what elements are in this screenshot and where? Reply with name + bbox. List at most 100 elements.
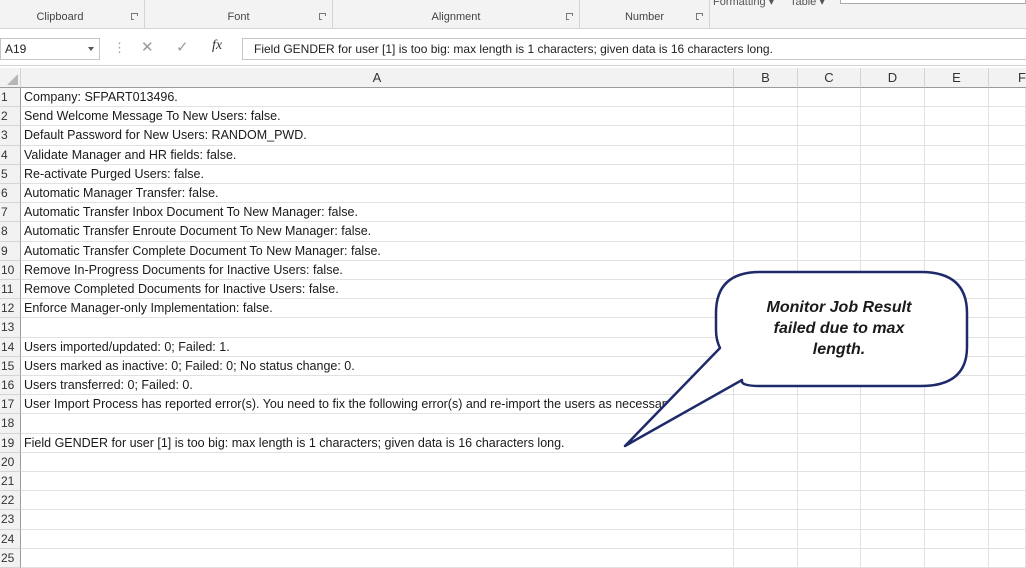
cell[interactable]	[798, 452, 861, 472]
cell[interactable]	[798, 164, 861, 184]
cell[interactable]	[925, 318, 989, 338]
cell[interactable]	[734, 491, 798, 511]
cell[interactable]	[798, 356, 861, 376]
cell[interactable]	[925, 472, 989, 492]
row-header[interactable]: 21	[0, 472, 21, 492]
cell[interactable]	[734, 356, 798, 376]
cell-text-a[interactable]: Send Welcome Message To New Users: false…	[24, 107, 281, 126]
cell[interactable]	[861, 356, 925, 376]
alignment-launcher-icon[interactable]	[566, 13, 573, 20]
row-header[interactable]: 5	[0, 164, 21, 184]
cell[interactable]	[861, 260, 925, 280]
cell[interactable]	[925, 260, 989, 280]
cell[interactable]	[925, 184, 989, 204]
row-header[interactable]: 3	[0, 126, 21, 146]
cell[interactable]	[861, 184, 925, 204]
row-header[interactable]: 20	[0, 452, 21, 472]
row-header[interactable]: 13	[0, 318, 21, 338]
cell[interactable]	[989, 414, 1026, 434]
row-header[interactable]: 22	[0, 491, 21, 511]
row-header[interactable]: 11	[0, 280, 21, 300]
column-header-e[interactable]: E	[925, 68, 989, 88]
cell[interactable]	[925, 222, 989, 242]
cell-text-a[interactable]: Users marked as inactive: 0; Failed: 0; …	[24, 357, 355, 376]
cell[interactable]	[989, 433, 1026, 453]
cell[interactable]	[798, 260, 861, 280]
cell[interactable]	[989, 452, 1026, 472]
cell-text-a[interactable]: Enforce Manager-only Implementation: fal…	[24, 299, 273, 318]
cell[interactable]	[798, 395, 861, 415]
cell[interactable]	[925, 548, 989, 568]
cell[interactable]	[861, 548, 925, 568]
cell[interactable]	[925, 107, 989, 127]
row-header[interactable]: 18	[0, 414, 21, 434]
cell[interactable]	[861, 164, 925, 184]
cell-text-a[interactable]: Company: SFPART013496.	[24, 88, 178, 107]
cell[interactable]	[925, 491, 989, 511]
cell[interactable]	[989, 491, 1026, 511]
number-launcher-icon[interactable]	[696, 13, 703, 20]
insert-function-icon[interactable]: fx	[212, 38, 222, 54]
cell[interactable]	[989, 529, 1026, 549]
cell[interactable]	[798, 548, 861, 568]
cell[interactable]	[21, 491, 734, 511]
conditional-formatting-label[interactable]: Formatting ▾	[713, 0, 774, 8]
cell[interactable]	[21, 318, 734, 338]
cell[interactable]	[989, 241, 1026, 261]
row-header[interactable]: 9	[0, 241, 21, 261]
cell[interactable]	[925, 88, 989, 108]
cell[interactable]	[989, 184, 1026, 204]
cell[interactable]	[925, 395, 989, 415]
cell[interactable]	[925, 145, 989, 165]
cell[interactable]	[925, 241, 989, 261]
cell[interactable]	[989, 337, 1026, 357]
cell[interactable]	[21, 529, 734, 549]
cell[interactable]	[989, 260, 1026, 280]
cell[interactable]	[734, 472, 798, 492]
cell-styles-box[interactable]	[840, 0, 1026, 4]
cell[interactable]	[734, 337, 798, 357]
cell[interactable]	[734, 164, 798, 184]
cell[interactable]	[861, 203, 925, 223]
row-header[interactable]: 4	[0, 145, 21, 165]
cell[interactable]	[989, 164, 1026, 184]
cell[interactable]	[21, 414, 734, 434]
cell[interactable]	[861, 472, 925, 492]
cell[interactable]	[861, 414, 925, 434]
cell[interactable]	[989, 548, 1026, 568]
cell[interactable]	[798, 184, 861, 204]
cell[interactable]	[798, 107, 861, 127]
cell[interactable]	[734, 452, 798, 472]
cell[interactable]	[925, 164, 989, 184]
name-box[interactable]: A19	[0, 38, 100, 60]
row-header[interactable]: 10	[0, 260, 21, 280]
cell-text-a[interactable]: Re-activate Purged Users: false.	[24, 165, 204, 184]
cell[interactable]	[861, 510, 925, 530]
cell-text-a[interactable]: User Import Process has reported error(s…	[24, 395, 676, 414]
row-header[interactable]: 25	[0, 548, 21, 568]
cell[interactable]	[798, 414, 861, 434]
cell[interactable]	[798, 472, 861, 492]
cell[interactable]	[21, 472, 734, 492]
cell[interactable]	[734, 126, 798, 146]
row-header[interactable]: 8	[0, 222, 21, 242]
cell-text-a[interactable]: Automatic Transfer Enroute Document To N…	[24, 222, 371, 241]
cell[interactable]	[734, 222, 798, 242]
cell[interactable]	[798, 318, 861, 338]
cell[interactable]	[989, 318, 1026, 338]
cell[interactable]	[734, 414, 798, 434]
font-launcher-icon[interactable]	[319, 13, 326, 20]
cell[interactable]	[989, 472, 1026, 492]
cell[interactable]	[798, 145, 861, 165]
cell[interactable]	[861, 376, 925, 396]
row-header[interactable]: 16	[0, 376, 21, 396]
cell[interactable]	[989, 510, 1026, 530]
cell-text-a[interactable]: Field GENDER for user [1] is too big: ma…	[24, 434, 565, 453]
cell[interactable]	[798, 337, 861, 357]
clipboard-launcher-icon[interactable]	[131, 13, 138, 20]
row-header[interactable]: 14	[0, 337, 21, 357]
cell[interactable]	[798, 280, 861, 300]
cell[interactable]	[861, 299, 925, 319]
cell[interactable]	[989, 376, 1026, 396]
cell-text-a[interactable]: Users imported/updated: 0; Failed: 1.	[24, 338, 230, 357]
